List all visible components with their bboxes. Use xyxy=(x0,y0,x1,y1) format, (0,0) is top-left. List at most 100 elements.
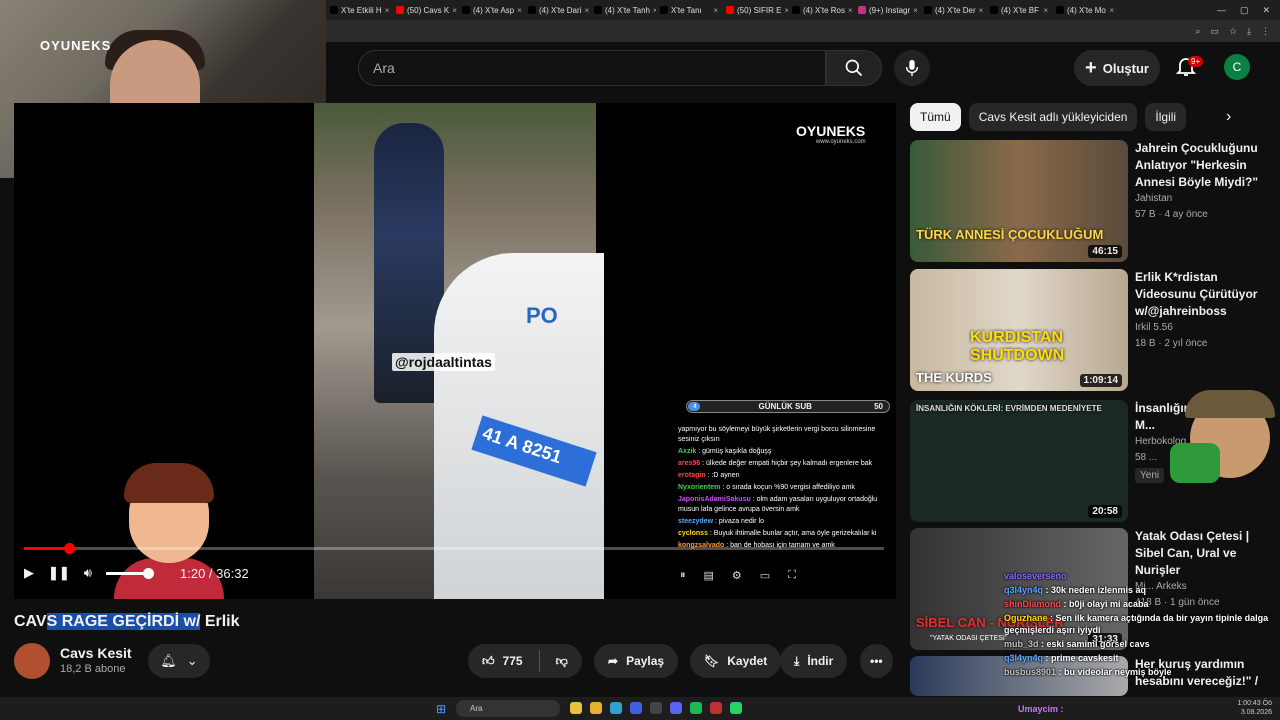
more-actions-button[interactable]: ••• xyxy=(860,644,893,678)
volume-slider[interactable] xyxy=(106,567,154,579)
overlay-chat-text: : eski samimi görsel cavs xyxy=(1038,639,1150,649)
chat-text: : ülkede değer empati hiçbir şey kalmadı… xyxy=(700,460,873,467)
channel-avatar[interactable] xyxy=(14,643,50,679)
thumbnail-text: TÜRK ANNESİ ÇOCUKLUĞUM xyxy=(916,227,1104,242)
autoplay-toggle-icon[interactable]: ⏸ xyxy=(680,569,686,582)
share-button[interactable]: ➦ Paylaş xyxy=(594,644,679,678)
chat-text: : Buyuk ihtimalle bunlar açtır, ama öyle… xyxy=(707,530,877,537)
video-thumbnail[interactable]: İNSANLIĞIN KÖKLERİ: EVRİMDEN MEDENİYETE 2… xyxy=(910,400,1128,522)
tab-close-icon[interactable]: × xyxy=(385,6,390,15)
window-controls: — ▢ ✕ xyxy=(1217,5,1280,16)
browser-tab[interactable]: (4) X'te Ros × xyxy=(788,0,854,20)
recommended-video[interactable]: TÜRK ANNESİ ÇOCUKLUĞUM 46:15 Jahrein Çocuk… xyxy=(910,140,1280,262)
channel-name[interactable]: Cavs Kesit xyxy=(60,645,132,661)
subscribed-button[interactable]: 🔔︎ ⌄ xyxy=(148,644,210,678)
overlay-chat-username: q3l4yn4q xyxy=(1004,653,1044,663)
edge-icon[interactable] xyxy=(610,702,622,714)
browser-tab[interactable]: (9+) Instagr × xyxy=(854,0,920,20)
like-button[interactable]: 👍︎ 775 xyxy=(482,654,523,669)
overlay-chat-message: shinDiamond : b0ji olayi mi acaba xyxy=(1004,598,1280,610)
subtitles-icon[interactable]: ▤ xyxy=(704,569,714,582)
voice-search-button[interactable] xyxy=(894,50,930,86)
theater-mode-icon[interactable]: ▭ xyxy=(760,569,770,582)
play-icon[interactable]: ▶ xyxy=(24,565,34,581)
filter-chip[interactable]: Cavs Kesit adlı yükleyiciden xyxy=(968,103,1138,131)
cast-icon[interactable]: ▭ xyxy=(1210,26,1219,37)
tab-close-icon[interactable]: × xyxy=(979,6,984,15)
spotify-icon[interactable] xyxy=(690,702,702,714)
video-thumbnail[interactable]: TÜRK ANNESİ ÇOCUKLUĞUM 46:15 xyxy=(910,140,1128,262)
tab-close-icon[interactable]: × xyxy=(452,6,457,15)
start-icon[interactable]: ⊞ xyxy=(436,702,446,716)
tab-label: (4) X'te Ros xyxy=(803,5,845,15)
tab-close-icon[interactable]: × xyxy=(1043,6,1048,15)
minimize-icon[interactable]: — xyxy=(1217,5,1226,16)
sub-goal-target: 50 xyxy=(874,402,883,411)
recommended-video[interactable]: THE KURDS KURDISTAN SHUTDOWN 1:09:14 Erlik … xyxy=(910,269,1280,391)
chevron-right-icon[interactable]: › xyxy=(1226,108,1231,126)
filter-chip[interactable]: Tümü xyxy=(910,103,961,131)
player-controls: ▶ ❚❚ 🔊︎ 1:20 / 36:32 xyxy=(24,565,249,581)
maximize-icon[interactable]: ▢ xyxy=(1240,5,1249,16)
video-title[interactable]: Jahrein Çocukluğunu Anlatıyor "Herkesin … xyxy=(1135,140,1275,191)
progress-bar[interactable] xyxy=(24,543,884,554)
tab-close-icon[interactable]: × xyxy=(517,6,522,15)
browser-menu-icon[interactable]: ⋮ xyxy=(1261,26,1270,37)
chrome-icon[interactable] xyxy=(570,702,582,714)
obs-icon[interactable] xyxy=(650,702,662,714)
settings-gear-icon[interactable]: ⚙ xyxy=(732,569,742,582)
chat-message: Nyxorientem : o sırada koçun %90 vergisi… xyxy=(678,483,892,493)
tab-close-icon[interactable]: × xyxy=(848,6,853,15)
sub-goal-current: 4 xyxy=(693,403,697,410)
browser-tab[interactable]: (4) X'te Mo × xyxy=(1052,0,1118,20)
chat-username: erotagin xyxy=(678,472,706,479)
progress-scrubber[interactable] xyxy=(64,543,75,554)
download-icon[interactable]: ⤓ xyxy=(1247,26,1251,37)
tab-close-icon[interactable]: × xyxy=(713,6,718,15)
video-thumbnail[interactable]: THE KURDS KURDISTAN SHUTDOWN 1:09:14 xyxy=(910,269,1128,391)
overlay-chat-message: q3l4yn4q : 30k neden izlenmis aq xyxy=(1004,584,1280,596)
close-window-icon[interactable]: ✕ xyxy=(1262,5,1270,16)
browser-tab[interactable]: (4) X'te Tanh × xyxy=(590,0,656,20)
browser-tab[interactable]: X'te Tanı × xyxy=(656,0,722,20)
pause-icon[interactable]: ❚❚ xyxy=(48,565,70,581)
watermark-logo-text: OYUNEKS xyxy=(796,123,866,139)
video-player[interactable]: PO 41 A 8251 @rojdaaltintas OYUNEKS www.… xyxy=(14,103,896,599)
filter-chip[interactable]: İlgili xyxy=(1145,103,1187,131)
video-title: CAVS RAGE GEÇİRDİ w/ Erlik xyxy=(14,613,240,631)
download-button[interactable]: ⤓ İndir xyxy=(780,644,848,678)
zoom-icon[interactable]: ⌕ xyxy=(1195,26,1200,37)
chat-message: JaponisAdamiSakusu : olm adam yasaları u… xyxy=(678,495,892,515)
tab-close-icon[interactable]: × xyxy=(1109,6,1114,15)
title-part-2-highlighted: S RAGE GEÇİRDİ w/ xyxy=(46,613,201,630)
account-avatar[interactable]: C xyxy=(1224,54,1250,80)
volume-icon[interactable]: 🔊︎ xyxy=(84,565,92,581)
search-input[interactable]: Ara xyxy=(358,50,826,86)
download-arrow-icon: ⤓ xyxy=(794,653,800,668)
app-icon[interactable] xyxy=(710,702,722,714)
search-button[interactable] xyxy=(826,50,882,86)
browser-tab[interactable]: (4) X'te BF × xyxy=(986,0,1052,20)
bookmark-star-icon[interactable]: ☆ xyxy=(1229,26,1237,37)
browser-tab[interactable]: X'te Etkili H × xyxy=(326,0,392,20)
browser-tab[interactable]: (50) Cavs K × xyxy=(392,0,458,20)
whatsapp-icon[interactable] xyxy=(730,702,742,714)
browser-tab[interactable]: (4) X'te Dari × xyxy=(524,0,590,20)
store-icon[interactable] xyxy=(630,702,642,714)
tab-close-icon[interactable]: × xyxy=(913,6,918,15)
file-explorer-icon[interactable] xyxy=(590,702,602,714)
video-channel[interactable]: Irkil 5.56 xyxy=(1135,322,1173,333)
dislike-button[interactable]: 👎︎ xyxy=(556,654,568,669)
create-button[interactable]: + Oluştur xyxy=(1074,50,1160,86)
browser-tab[interactable]: (50) SIFIR E × xyxy=(722,0,788,20)
fullscreen-icon[interactable]: ⛶ xyxy=(788,569,796,582)
video-channel[interactable]: Jahistan xyxy=(1135,193,1172,204)
tab-close-icon[interactable]: × xyxy=(584,6,589,15)
taskbar-search[interactable]: Ara xyxy=(456,700,560,717)
save-button[interactable]: 🔖︎ Kaydet xyxy=(690,644,782,678)
system-tray-clock[interactable]: 1:00:43 Öö 3.08.2026 xyxy=(1237,699,1272,717)
discord-icon[interactable] xyxy=(670,702,682,714)
video-title[interactable]: Erlik K*rdistan Videosunu Çürütüyor w/@j… xyxy=(1135,269,1275,320)
browser-tab[interactable]: (4) X'te Asp × xyxy=(458,0,524,20)
browser-tab[interactable]: (4) X'te Der × xyxy=(920,0,986,20)
